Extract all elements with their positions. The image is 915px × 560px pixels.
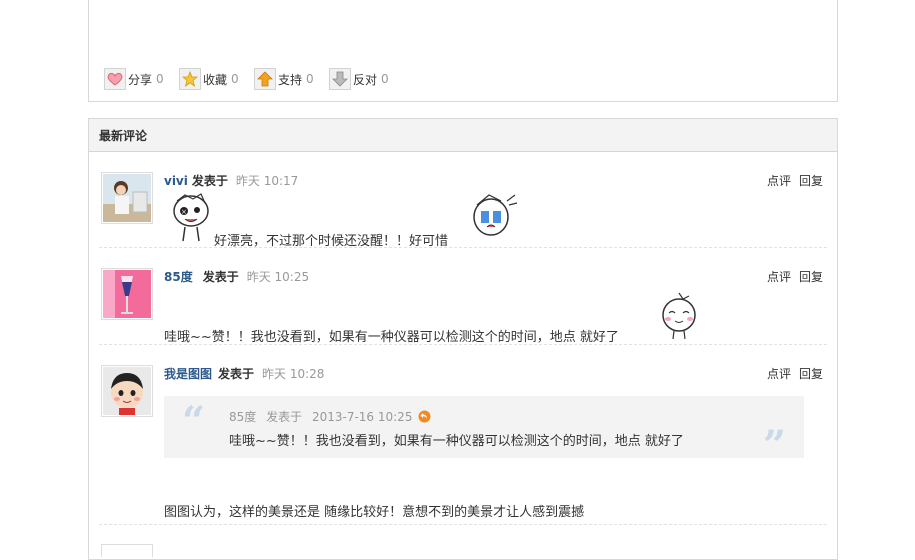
comment-username[interactable]: 85度: [164, 270, 193, 284]
reply-link[interactable]: 回复: [799, 367, 823, 381]
review-link[interactable]: 点评: [767, 174, 791, 188]
review-link[interactable]: 点评: [767, 270, 791, 284]
quote-time: 2013-7-16 10:25: [311, 410, 413, 424]
oppose-label: 反对: [353, 72, 378, 87]
comment-meta: 85度 发表于 昨天 10:25: [164, 268, 309, 285]
comment-ops: 点评 回复: [759, 172, 823, 189]
comment-text: 图图认为，这样的美景还是 随缘比较好！意想不到的美景才让人感到震撼: [164, 505, 585, 520]
quote-meta: 85度 发表于 2013-7-16 10:25: [229, 408, 431, 425]
arrow-up-icon: [254, 68, 276, 90]
comment-username[interactable]: 我是图图: [164, 367, 212, 381]
emoticon-icon: ×: [173, 193, 209, 242]
arrow-down-icon: [329, 68, 351, 90]
quote-username[interactable]: 85度: [229, 410, 256, 424]
comments-title: 最新评论: [89, 119, 837, 152]
oppose-action[interactable]: 反对 0: [329, 67, 389, 91]
jump-to-post-icon[interactable]: [418, 410, 431, 423]
review-link[interactable]: 点评: [767, 367, 791, 381]
avatar[interactable]: [101, 172, 153, 224]
post-box: 分享 0 收藏 0 支持 0 反对 0: [88, 0, 838, 102]
avatar[interactable]: [101, 365, 153, 417]
favorite-count: 0: [231, 72, 239, 86]
comment-username[interactable]: vivi: [164, 174, 188, 188]
support-label: 支持: [278, 72, 303, 87]
share-action[interactable]: 分享 0: [104, 67, 164, 91]
quote-text: 哇哦~~赞！！我也没看到，如果有一种仪器可以检测这个的时间，地点 就好了: [229, 434, 684, 449]
reply-link[interactable]: 回复: [799, 174, 823, 188]
quote-block: “ 85度 发表于 2013-7-16 10:25 哇哦~~赞！！我也没看到，如…: [164, 396, 804, 469]
support-count: 0: [306, 72, 314, 86]
favorite-label: 收藏: [203, 72, 228, 87]
comment-time: 昨天 10:17: [235, 174, 299, 188]
comment-divider: [99, 344, 827, 345]
favorite-action[interactable]: 收藏 0: [179, 67, 239, 91]
posted-label: 发表于: [218, 367, 255, 381]
share-count: 0: [156, 72, 164, 86]
comment-divider: [99, 524, 827, 525]
svg-text:×: ×: [181, 208, 187, 216]
quote-posted-label: 发表于: [266, 410, 303, 424]
heart-icon: [104, 68, 126, 90]
comments-panel: 最新评论 vivi 发表于 昨天 10:17 点评 回复 × 好漂亮，不过那个时候还没…: [88, 118, 838, 560]
reply-link[interactable]: 回复: [799, 270, 823, 284]
share-label: 分享: [128, 72, 153, 87]
star-icon: [179, 68, 201, 90]
crying-emoticon-icon: [473, 194, 518, 236]
comment-divider: [99, 247, 827, 248]
close-quote-icon: ”: [762, 422, 786, 469]
support-action[interactable]: 支持 0: [254, 67, 314, 91]
avatar[interactable]: [101, 268, 153, 320]
comment-meta: 我是图图 发表于 昨天 10:28: [164, 365, 324, 382]
posted-label: 发表于: [202, 270, 239, 284]
oppose-count: 0: [381, 72, 389, 86]
comment-ops: 点评 回复: [759, 365, 823, 382]
comment-time: 昨天 10:25: [246, 270, 310, 284]
open-quote-icon: “: [182, 398, 206, 445]
comment-meta: vivi 发表于 昨天 10:17: [164, 172, 298, 189]
smile-emoticon-icon: [662, 292, 696, 340]
comment-ops: 点评 回复: [759, 268, 823, 285]
comment-text: 哇哦~~赞！！我也没看到，如果有一种仪器可以检测这个的时间，地点 就好了: [164, 330, 619, 345]
posted-label: 发表于: [191, 174, 228, 188]
comment-time: 昨天 10:28: [262, 367, 325, 381]
